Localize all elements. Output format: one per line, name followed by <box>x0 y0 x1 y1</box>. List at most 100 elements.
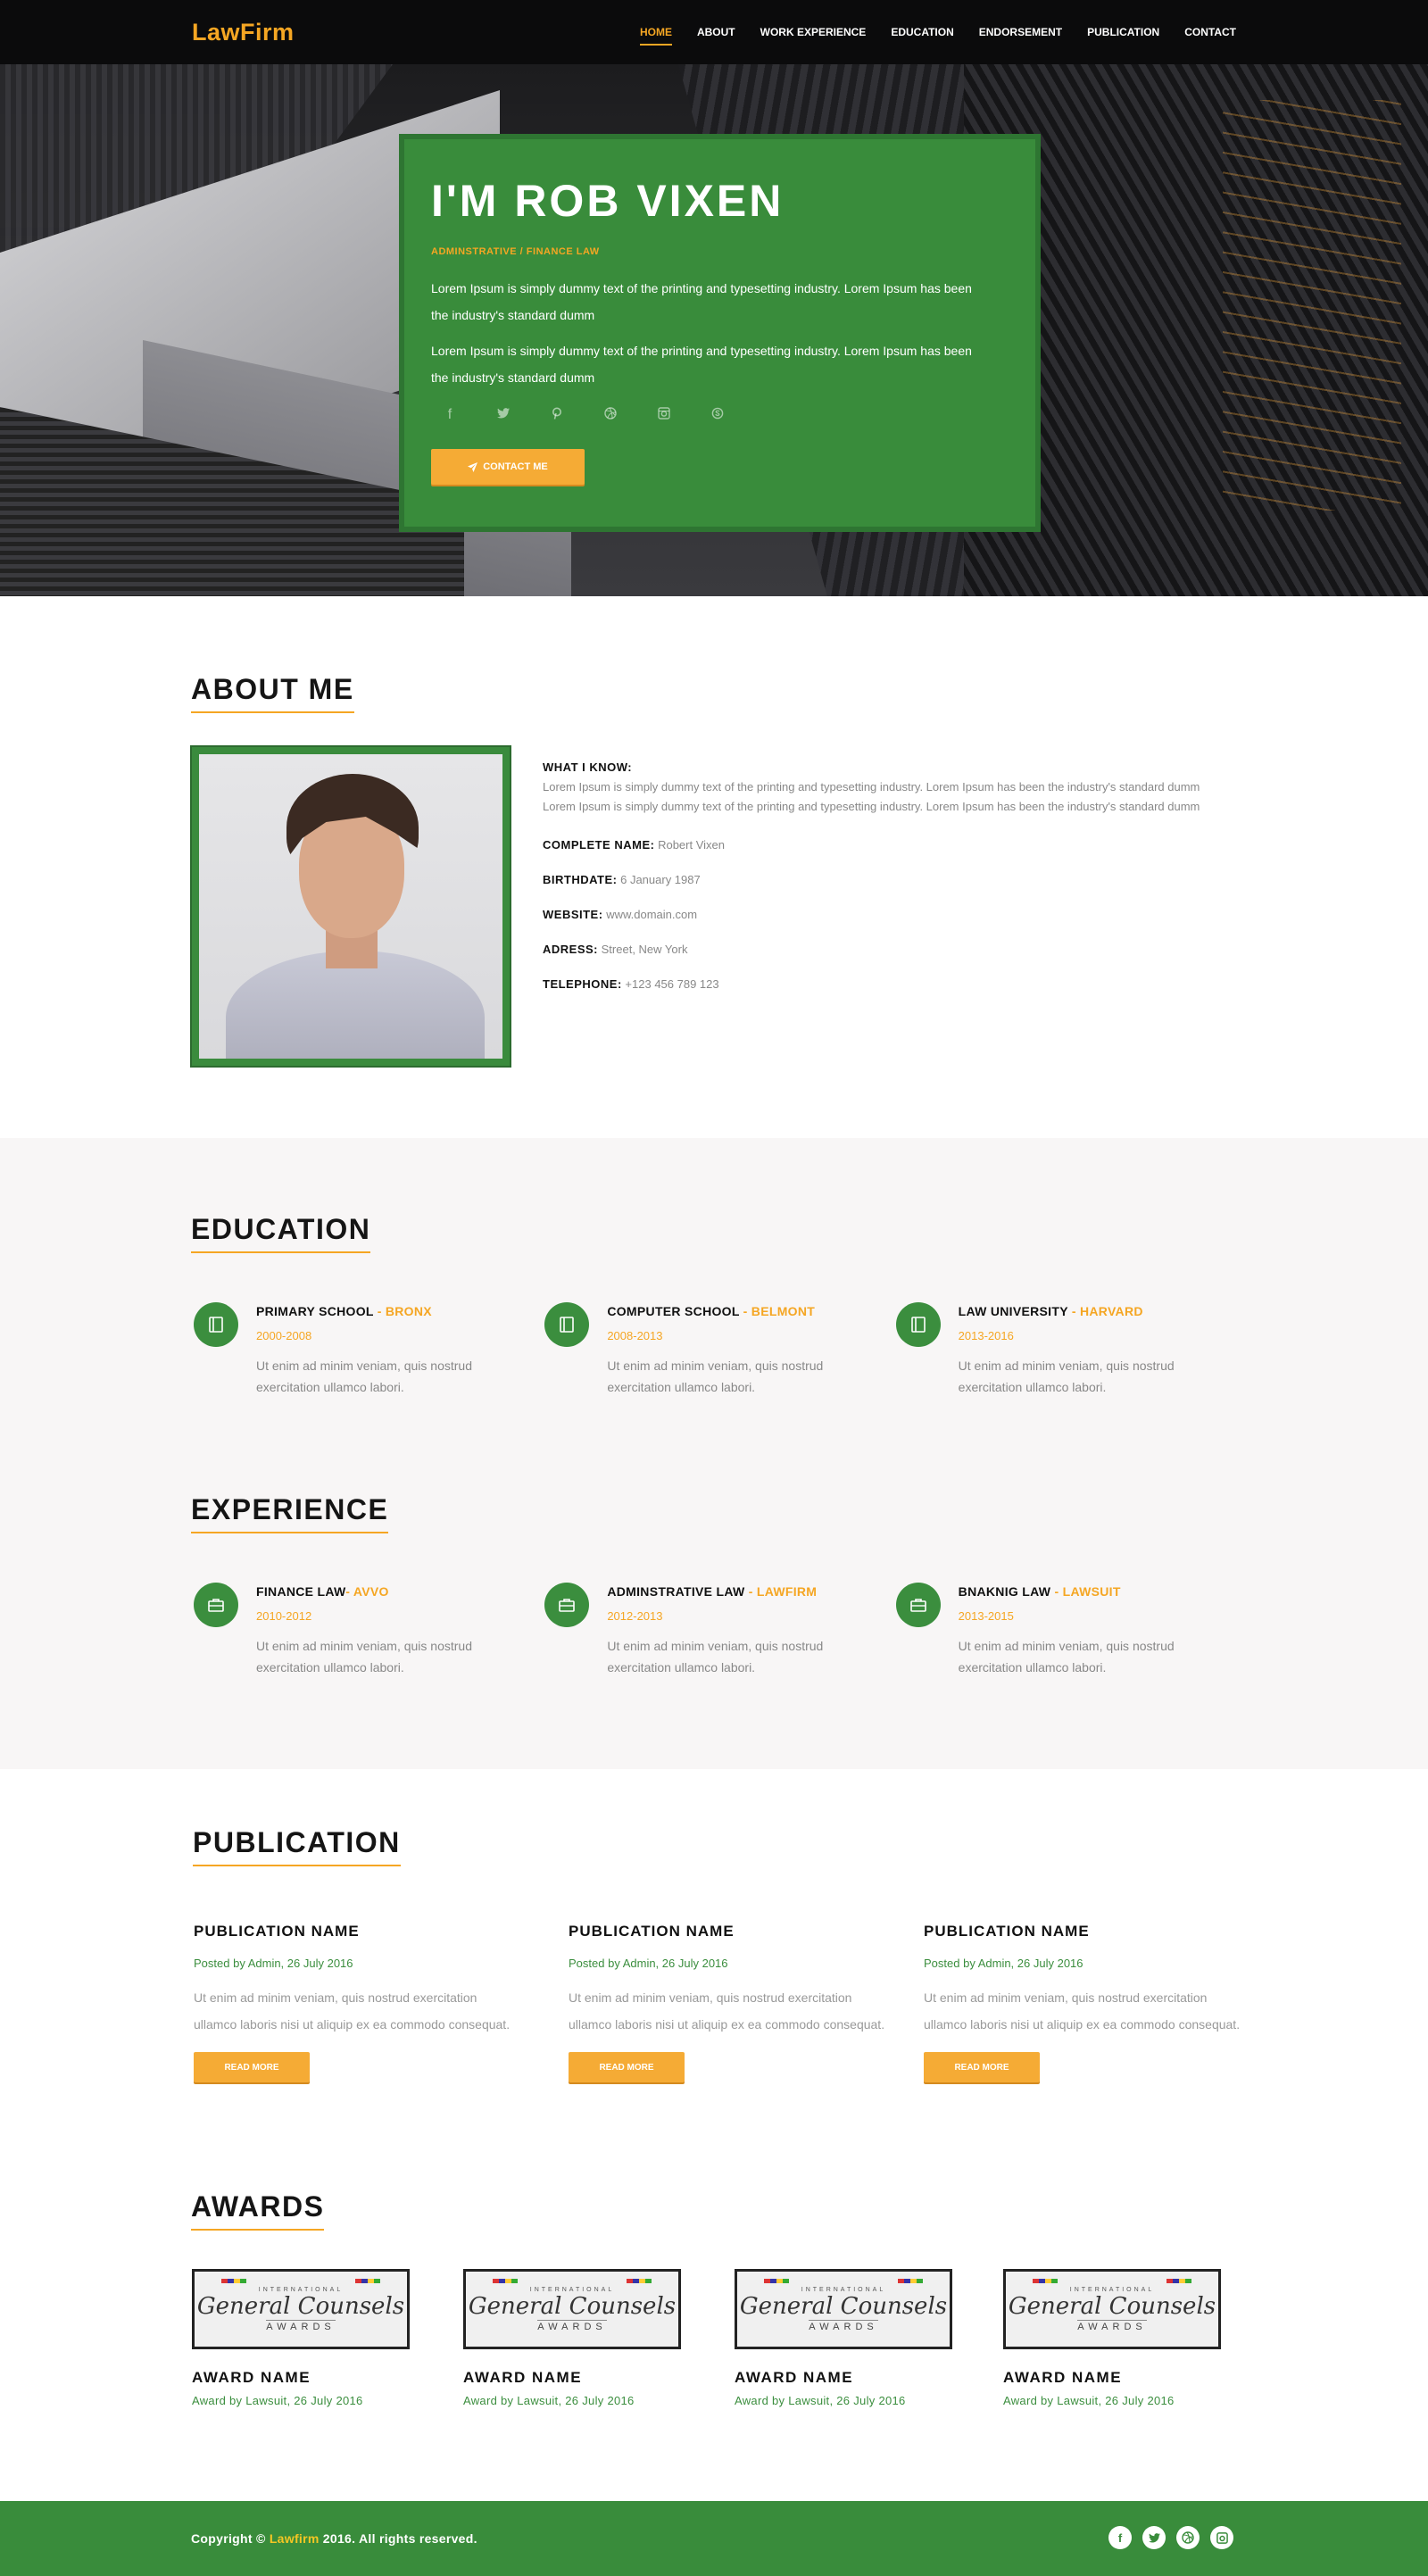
publication-name[interactable]: PUBLICATION NAME <box>194 1923 569 1940</box>
award-badge-image: INTERNATIONAL General Counsels AWARDS <box>735 2269 952 2349</box>
experience-org: - AVVO <box>345 1584 389 1599</box>
info-value: 6 January 1987 <box>620 873 701 886</box>
publication-item: PUBLICATION NAME Posted by Admin, 26 Jul… <box>194 1923 569 2082</box>
education-title: EDUCATION <box>191 1213 371 1253</box>
nav-item-education[interactable]: EDUCATION <box>891 21 953 44</box>
copyright-text: Copyright © Lawfirm 2016. All rights res… <box>191 2531 477 2546</box>
education-years: 2013-2016 <box>958 1329 1014 1342</box>
nav-item-endorsement[interactable]: ENDORSEMENT <box>979 21 1062 44</box>
nav-item-home[interactable]: HOME <box>639 21 672 46</box>
instagram-icon[interactable] <box>654 407 674 424</box>
dribbble-icon[interactable] <box>601 407 620 424</box>
contact-me-label: CONTACT ME <box>483 461 548 472</box>
award-badge-bottom: AWARDS <box>809 2319 878 2332</box>
publication-name[interactable]: PUBLICATION NAME <box>924 1923 1299 1940</box>
education-name: LAW UNIVERSITY <box>958 1304 1068 1318</box>
info-key: BIRTHDATE: <box>543 873 618 886</box>
profile-photo <box>199 754 502 1059</box>
award-meta: Award by Lawsuit, 26 July 2016 <box>735 2394 906 2407</box>
publication-text: Ut enim ad minim veniam, quis nostrud ex… <box>569 1990 885 2032</box>
award-badge-bottom: AWARDS <box>537 2319 607 2332</box>
about-title: ABOUT ME <box>191 673 354 713</box>
nav-menu: HOME ABOUT WORK EXPERIENCE EDUCATION END… <box>639 21 1236 46</box>
nav-item-contact[interactable]: CONTACT <box>1184 21 1236 44</box>
facebook-icon[interactable]: f <box>440 407 460 424</box>
what-i-know-label: WHAT I KNOW: <box>543 760 633 774</box>
award-badge-main: General Counsels <box>468 2292 677 2320</box>
experience-text: Ut enim ad minim veniam, quis nostrud ex… <box>958 1639 1175 1674</box>
award-badge-image: INTERNATIONAL General Counsels AWARDS <box>463 2269 681 2349</box>
profile-photo-frame <box>190 745 511 1068</box>
nav-item-work-experience[interactable]: WORK EXPERIENCE <box>760 21 867 44</box>
hero-paragraph: Lorem Ipsum is simply dummy text of the … <box>431 344 972 385</box>
hero-title: I'M ROB VIXEN <box>431 176 785 226</box>
award-badge-main: General Counsels <box>196 2292 405 2320</box>
info-row-name: COMPLETE NAME: Robert Vixen <box>543 838 1221 852</box>
pinterest-icon[interactable] <box>547 407 567 424</box>
award-badge-image: INTERNATIONAL General Counsels AWARDS <box>192 2269 410 2349</box>
twitter-icon[interactable] <box>494 407 513 424</box>
hero-paragraph: Lorem Ipsum is simply dummy text of the … <box>431 281 972 322</box>
publication-section: PUBLICATION PUBLICATION NAME Posted by A… <box>0 1769 1428 2501</box>
read-more-button[interactable]: READ MORE <box>924 2052 1040 2082</box>
about-section: ABOUT ME WHAT I KNOW: Lorem Ipsum is sim… <box>0 596 1428 1138</box>
info-row-telephone: TELEPHONE: +123 456 789 123 <box>543 977 1221 991</box>
briefcase-icon <box>544 1583 590 1627</box>
nav-item-about[interactable]: ABOUT <box>697 21 735 44</box>
award-meta: Award by Lawsuit, 26 July 2016 <box>1003 2394 1175 2407</box>
award-name: AWARD NAME <box>463 2369 583 2386</box>
info-row-website: WEBSITE: www.domain.com <box>543 908 1221 921</box>
award-item: INTERNATIONAL General Counsels AWARDS AW… <box>463 2269 735 2407</box>
info-row-address: ADRESS: Street, New York <box>543 943 1221 956</box>
award-item: INTERNATIONAL General Counsels AWARDS AW… <box>1003 2269 1274 2407</box>
hero-section: I'M ROB VIXEN ADMINSTRATIVE / FINANCE LA… <box>0 64 1428 596</box>
copyright-brand[interactable]: Lawfirm <box>270 2531 320 2546</box>
facebook-icon[interactable]: f <box>1108 2526 1132 2549</box>
publication-meta: Posted by Admin, 26 July 2016 <box>194 1957 353 1970</box>
publication-item: PUBLICATION NAME Posted by Admin, 26 Jul… <box>924 1923 1299 2082</box>
experience-name: ADMINSTRATIVE LAW <box>607 1584 745 1599</box>
award-name: AWARD NAME <box>1003 2369 1123 2386</box>
hero-social-links: f <box>440 407 1009 424</box>
contact-me-button[interactable]: CONTACT ME <box>431 449 585 485</box>
award-meta: Award by Lawsuit, 26 July 2016 <box>192 2394 363 2407</box>
award-badge-bottom: AWARDS <box>1077 2319 1147 2332</box>
read-more-button[interactable]: READ MORE <box>569 2052 685 2082</box>
experience-years: 2013-2015 <box>958 1609 1014 1623</box>
top-navbar: LawFirm HOME ABOUT WORK EXPERIENCE EDUCA… <box>0 0 1428 64</box>
book-icon <box>544 1302 590 1347</box>
award-name: AWARD NAME <box>192 2369 311 2386</box>
instagram-icon[interactable] <box>1210 2526 1233 2549</box>
brand-logo[interactable]: LawFirm <box>192 19 295 46</box>
copyright-suffix: 2016. All rights reserved. <box>319 2531 477 2546</box>
education-years: 2008-2013 <box>607 1329 663 1342</box>
education-name: COMPUTER SCHOOL <box>607 1304 740 1318</box>
dribbble-icon[interactable] <box>1176 2526 1200 2549</box>
publication-item: PUBLICATION NAME Posted by Admin, 26 Jul… <box>569 1923 924 2082</box>
publication-meta: Posted by Admin, 26 July 2016 <box>924 1957 1083 1970</box>
publication-title: PUBLICATION <box>193 1826 401 1866</box>
read-more-button[interactable]: READ MORE <box>194 2052 310 2082</box>
awards-title: AWARDS <box>191 2190 325 2231</box>
copyright-prefix: Copyright © <box>191 2531 270 2546</box>
education-name: PRIMARY SCHOOL <box>256 1304 374 1318</box>
briefcase-icon <box>895 1583 941 1627</box>
info-value[interactable]: www.domain.com <box>606 908 697 921</box>
about-info: WHAT I KNOW: Lorem Ipsum is simply dummy… <box>543 760 1221 991</box>
nav-item-publication[interactable]: PUBLICATION <box>1087 21 1159 44</box>
publication-list: PUBLICATION NAME Posted by Admin, 26 Jul… <box>194 1923 1299 2082</box>
footer-social-links: f <box>1108 2526 1233 2549</box>
skype-icon[interactable] <box>708 407 727 424</box>
award-badge-top: INTERNATIONAL <box>801 2286 886 2293</box>
publication-text: Ut enim ad minim veniam, quis nostrud ex… <box>924 1990 1241 2032</box>
education-item: LAW UNIVERSITY - HARVARD 2013-2016 Ut en… <box>895 1302 1247 1398</box>
info-row-birthdate: BIRTHDATE: 6 January 1987 <box>543 873 1221 886</box>
publication-name[interactable]: PUBLICATION NAME <box>569 1923 924 1940</box>
education-text: Ut enim ad minim veniam, quis nostrud ex… <box>256 1359 472 1394</box>
experience-text: Ut enim ad minim veniam, quis nostrud ex… <box>607 1639 824 1674</box>
publication-text: Ut enim ad minim veniam, quis nostrud ex… <box>194 1990 511 2032</box>
award-name: AWARD NAME <box>735 2369 854 2386</box>
experience-list: FINANCE LAW- AVVO 2010-2012 Ut enim ad m… <box>194 1583 1247 1678</box>
twitter-icon[interactable] <box>1142 2526 1166 2549</box>
award-badge-image: INTERNATIONAL General Counsels AWARDS <box>1003 2269 1221 2349</box>
